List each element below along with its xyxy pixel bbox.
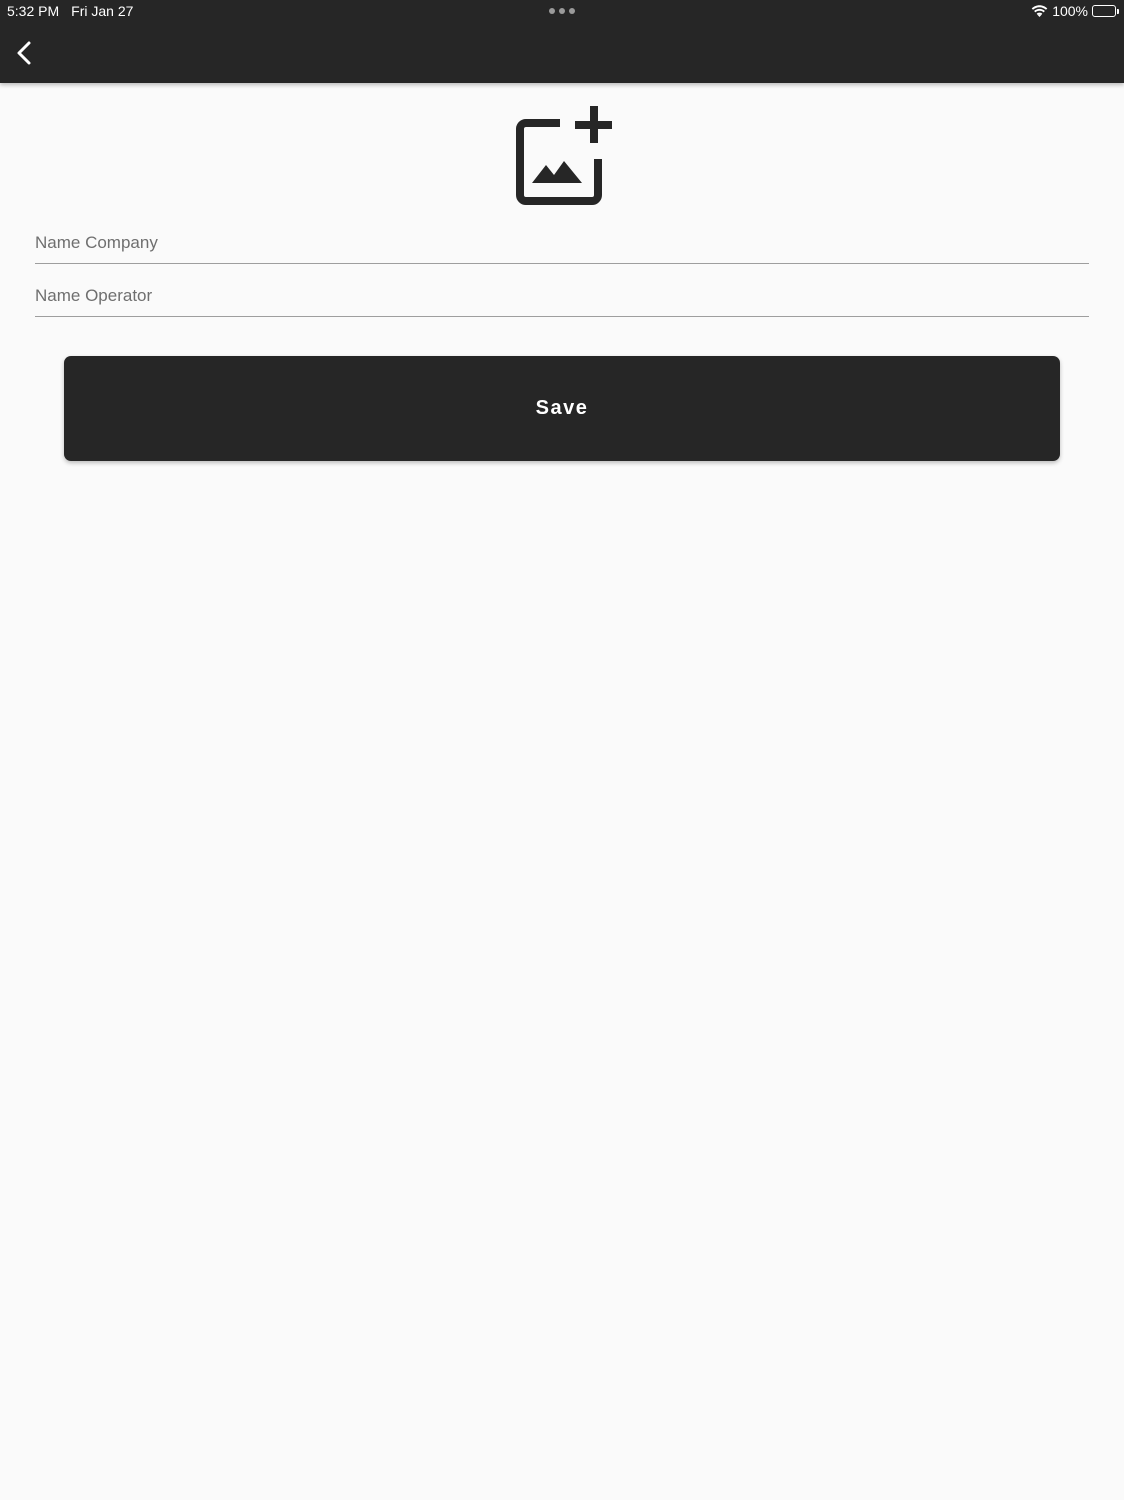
back-button[interactable] — [10, 36, 40, 70]
company-name-field[interactable] — [35, 222, 1089, 264]
save-button[interactable]: Save — [64, 356, 1060, 461]
status-time-date: 5:32 PM Fri Jan 27 — [7, 3, 133, 19]
multitasking-dots-icon[interactable] — [549, 8, 575, 14]
operator-name-input[interactable] — [35, 275, 1089, 316]
add-photo-icon — [516, 106, 612, 205]
status-date: Fri Jan 27 — [71, 3, 134, 19]
operator-name-field[interactable] — [35, 275, 1089, 317]
add-image-button[interactable] — [510, 103, 618, 207]
company-name-input[interactable] — [35, 222, 1089, 263]
battery-percentage: 100% — [1052, 3, 1088, 19]
status-time: 5:32 PM — [7, 3, 60, 19]
battery-icon — [1092, 5, 1119, 17]
app-bar: 5:32 PM Fri Jan 27 100% — [0, 0, 1124, 83]
wifi-icon — [1031, 4, 1048, 17]
status-indicators: 100% — [1031, 3, 1119, 19]
chevron-left-icon — [17, 41, 31, 65]
